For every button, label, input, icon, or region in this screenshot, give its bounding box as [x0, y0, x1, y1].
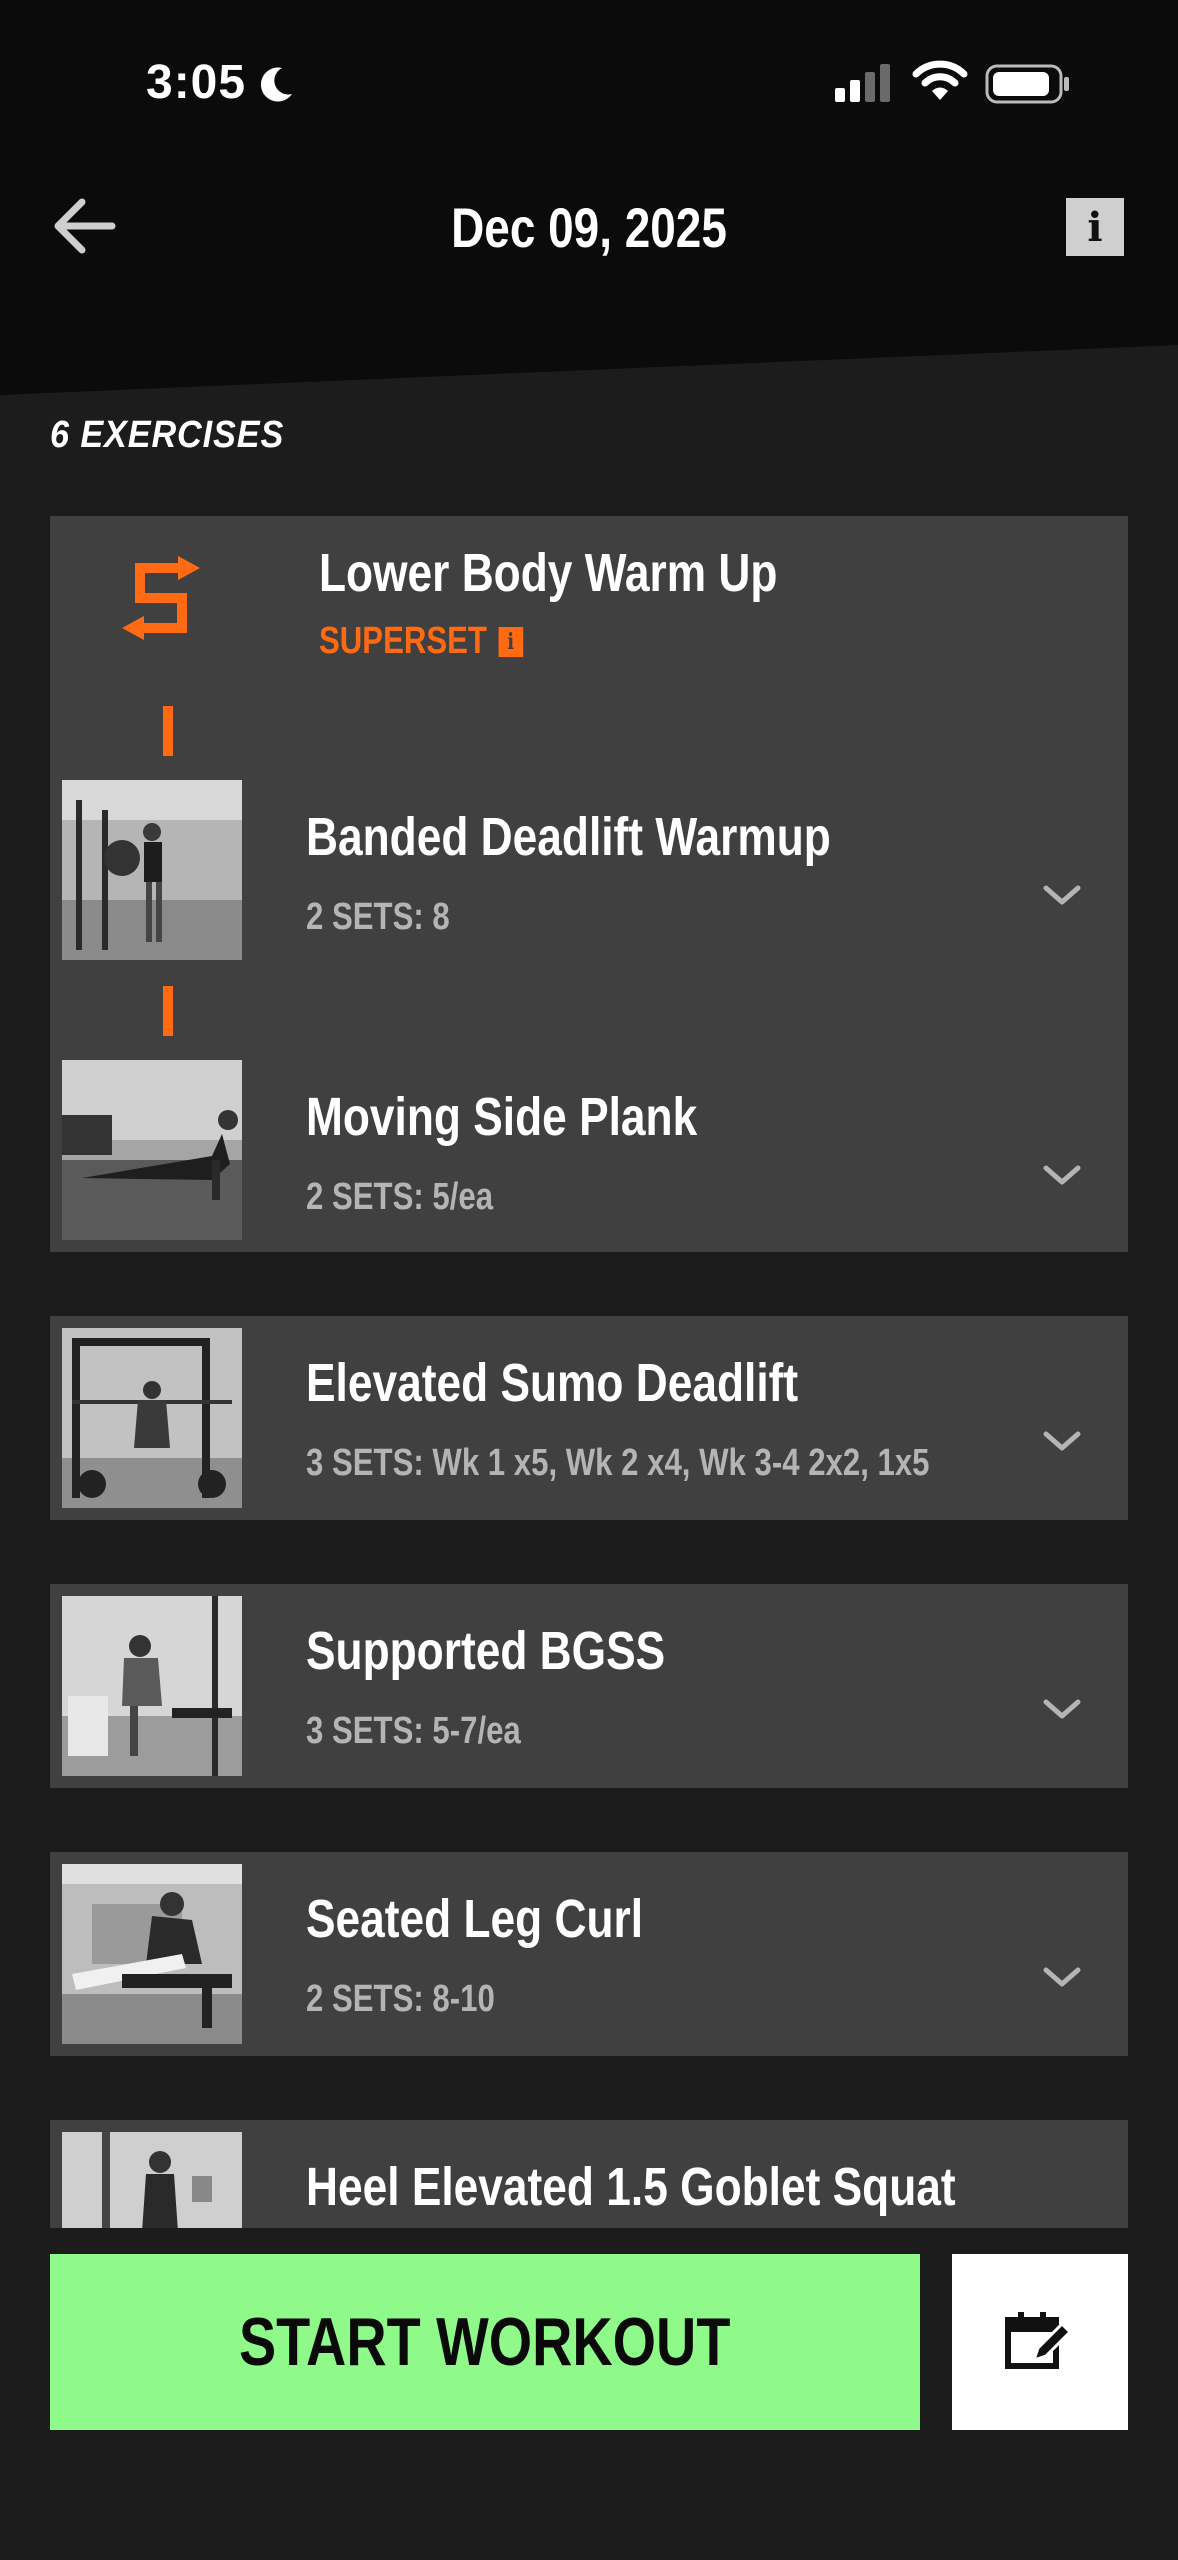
battery-icon	[985, 64, 1069, 104]
superset-connector	[163, 706, 173, 756]
exercise-name: Seated Leg Curl	[306, 1889, 644, 1949]
exercise-card[interactable]: Seated Leg Curl 2 SETS: 8-10	[50, 1852, 1128, 2056]
status-time: 3:05	[146, 56, 247, 109]
exercise-name: Supported BGSS	[306, 1621, 666, 1681]
exercise-sets: 3 SETS: Wk 1 x5, Wk 2 x4, Wk 3-4 2x2, 1x…	[306, 1442, 930, 1484]
superset-icon	[122, 556, 200, 640]
superset-label[interactable]: SUPERSET i	[319, 620, 524, 663]
exercise-card[interactable]: Elevated Sumo Deadlift 3 SETS: Wk 1 x5, …	[50, 1316, 1128, 1520]
exercise-sets: 2 SETS: 8	[306, 896, 450, 938]
superset-card: Lower Body Warm Up SUPERSET i Banded Dea…	[50, 516, 1128, 1252]
exercise-sets: 2 SETS: 8-10	[306, 1978, 495, 2020]
exercise-thumbnail	[62, 1328, 242, 1508]
chevron-down-icon[interactable]	[1040, 1962, 1084, 1992]
exercise-name: Moving Side Plank	[306, 1087, 698, 1147]
status-bar: 3:05	[0, 0, 1178, 160]
signal-icon	[835, 64, 890, 102]
start-workout-label: START WORKOUT	[239, 2304, 731, 2380]
exercise-thumbnail	[62, 1596, 242, 1776]
page-title: Dec 09, 2025	[451, 196, 727, 259]
exercise-name: Heel Elevated 1.5 Goblet Squat	[306, 2157, 956, 2217]
exercise-sets: 2 SETS: 5/ea	[306, 1176, 494, 1218]
exercise-thumbnail	[62, 1864, 242, 2044]
superset-title: Lower Body Warm Up	[319, 543, 778, 603]
exercise-thumbnail	[62, 780, 242, 960]
moon-icon	[260, 67, 292, 102]
superset-info-icon[interactable]: i	[498, 626, 524, 657]
wifi-icon	[912, 60, 968, 100]
exercise-name: Elevated Sumo Deadlift	[306, 1353, 799, 1413]
start-workout-button[interactable]: START WORKOUT	[50, 2254, 920, 2430]
chevron-down-icon[interactable]	[1040, 1160, 1084, 1190]
chevron-down-icon[interactable]	[1040, 880, 1084, 910]
exercise-count: 6 EXERCISES	[50, 414, 285, 456]
superset-connector	[163, 986, 173, 1036]
calendar-edit-icon	[1005, 2312, 1073, 2369]
exercise-name: Banded Deadlift Warmup	[306, 807, 831, 867]
exercise-sets: 3 SETS: 5-7/ea	[306, 1710, 521, 1752]
exercise-card[interactable]: Supported BGSS 3 SETS: 5-7/ea	[50, 1584, 1128, 1788]
chevron-down-icon[interactable]	[1040, 1694, 1084, 1724]
exercise-thumbnail	[62, 1060, 242, 1240]
info-icon[interactable]: i	[1066, 198, 1124, 256]
edit-schedule-button[interactable]	[952, 2254, 1128, 2430]
chevron-down-icon[interactable]	[1040, 1426, 1084, 1456]
superset-label-text: SUPERSET	[319, 620, 487, 662]
